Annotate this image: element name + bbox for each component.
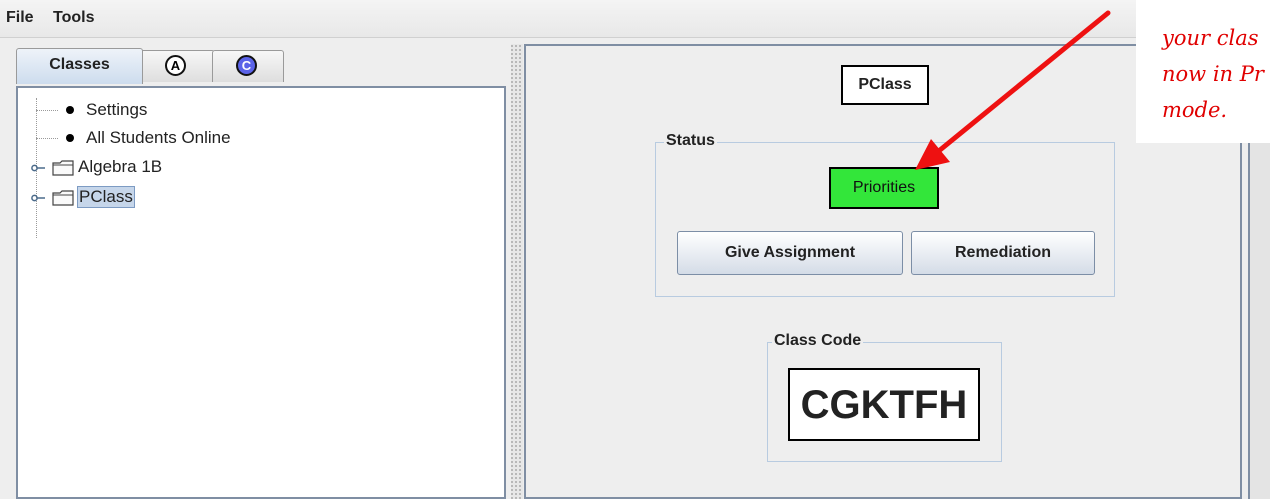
status-badge: Priorities (829, 167, 939, 209)
tree-item-label: Algebra 1B (78, 157, 163, 176)
menu-bar: File Tools (0, 0, 1270, 38)
class-tree: Settings All Students Online Algebra 1B (16, 86, 506, 499)
tree-item-label: All Students Online (86, 128, 231, 147)
tree-connector (36, 138, 58, 139)
annotation-line-3: mode. (1162, 98, 1228, 122)
panel-splitter[interactable] (511, 44, 523, 499)
tab-strip: Classes A C (16, 48, 336, 84)
class-navigator-panel: Classes A C Settings All Students Online (8, 44, 511, 499)
folder-icon (52, 190, 74, 206)
expand-handle-icon[interactable] (31, 194, 45, 202)
tab-a[interactable]: A (140, 50, 215, 82)
tab-c[interactable]: C (212, 50, 284, 82)
status-group-title: Status (664, 132, 717, 150)
class-code-value: CGKTFH (788, 368, 980, 441)
class-code-group-title: Class Code (772, 332, 864, 350)
tab-classes[interactable]: Classes (16, 48, 143, 84)
circle-c-icon: C (236, 55, 257, 76)
file-menu[interactable]: File (6, 9, 34, 27)
tab-classes-label: Classes (49, 56, 110, 73)
expand-handle-icon[interactable] (31, 164, 45, 172)
bullet-icon (66, 134, 74, 142)
tree-item-label: Settings (86, 100, 148, 119)
folder-icon (52, 160, 74, 176)
class-name-label: PClass (841, 65, 929, 105)
remediation-button[interactable]: Remediation (911, 231, 1095, 275)
annotation-line-2: now in Pr (1162, 62, 1264, 86)
give-assignment-button[interactable]: Give Assignment (677, 231, 903, 275)
tree-connector (36, 110, 58, 111)
tools-menu[interactable]: Tools (53, 9, 94, 27)
circle-a-icon: A (165, 55, 186, 76)
annotation-line-1: your clas (1162, 26, 1259, 50)
bullet-icon (66, 106, 74, 114)
tree-item-label: PClass (77, 186, 135, 208)
